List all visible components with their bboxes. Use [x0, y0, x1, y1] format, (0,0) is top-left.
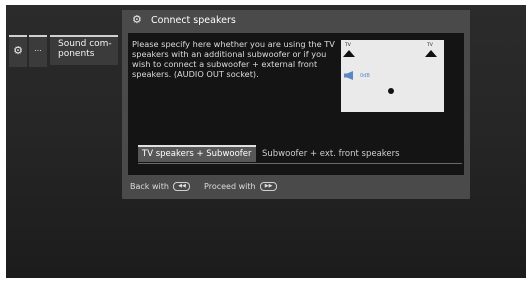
rewind-button-icon[interactable]: ◀◀ [173, 182, 191, 191]
breadcrumb-ellipsis[interactable]: ... [29, 35, 47, 67]
subwoofer-level: 0dB [360, 73, 370, 79]
right-speaker-label: TV [427, 43, 433, 48]
dialog-title: Connect speakers [151, 15, 236, 26]
left-speaker-icon [343, 50, 355, 57]
breadcrumb-home-gear[interactable]: ⚙ [9, 35, 27, 67]
option-subwoofer-ext-front-speakers[interactable]: Subwoofer + ext. front speakers [262, 147, 400, 162]
connect-speakers-dialog: ⚙ Connect speakers Please specify here w… [122, 10, 470, 199]
dialog-content: Please specify here whether you are usin… [128, 33, 464, 175]
gear-icon: ⚙ [13, 44, 23, 57]
subwoofer-icon [344, 71, 353, 80]
breadcrumb-current-label: Sound com- ponents [58, 39, 112, 59]
breadcrumb-sound-components[interactable]: Sound com- ponents [50, 35, 118, 65]
gears-icon: ⚙ [132, 13, 142, 26]
right-speaker-icon [425, 50, 437, 57]
tv-screen: ⚙ ... Sound com- ponents ⚙ Connect speak… [6, 5, 526, 278]
listener-position-icon [388, 88, 394, 94]
fast-forward-button-icon[interactable]: ▶▶ [260, 182, 278, 191]
proceed-label: Proceed with [204, 182, 256, 191]
option-tv-speakers-subwoofer[interactable]: TV speakers + Subwoofer [138, 145, 256, 162]
back-label: Back with [130, 182, 169, 191]
speaker-option-row: TV speakers + Subwoofer Subwoofer + ext.… [138, 145, 462, 164]
screen-border: ⚙ ... Sound com- ponents ⚙ Connect speak… [0, 0, 532, 284]
breadcrumb-ellipsis-label: ... [34, 44, 42, 53]
speaker-diagram: TV TV 0dB [341, 40, 444, 112]
dialog-footer: Back with ◀◀ Proceed with ▶▶ [130, 182, 280, 191]
dialog-title-bar: ⚙ Connect speakers [122, 10, 470, 32]
dialog-description: Please specify here whether you are usin… [132, 39, 335, 79]
left-speaker-label: TV [345, 43, 351, 48]
